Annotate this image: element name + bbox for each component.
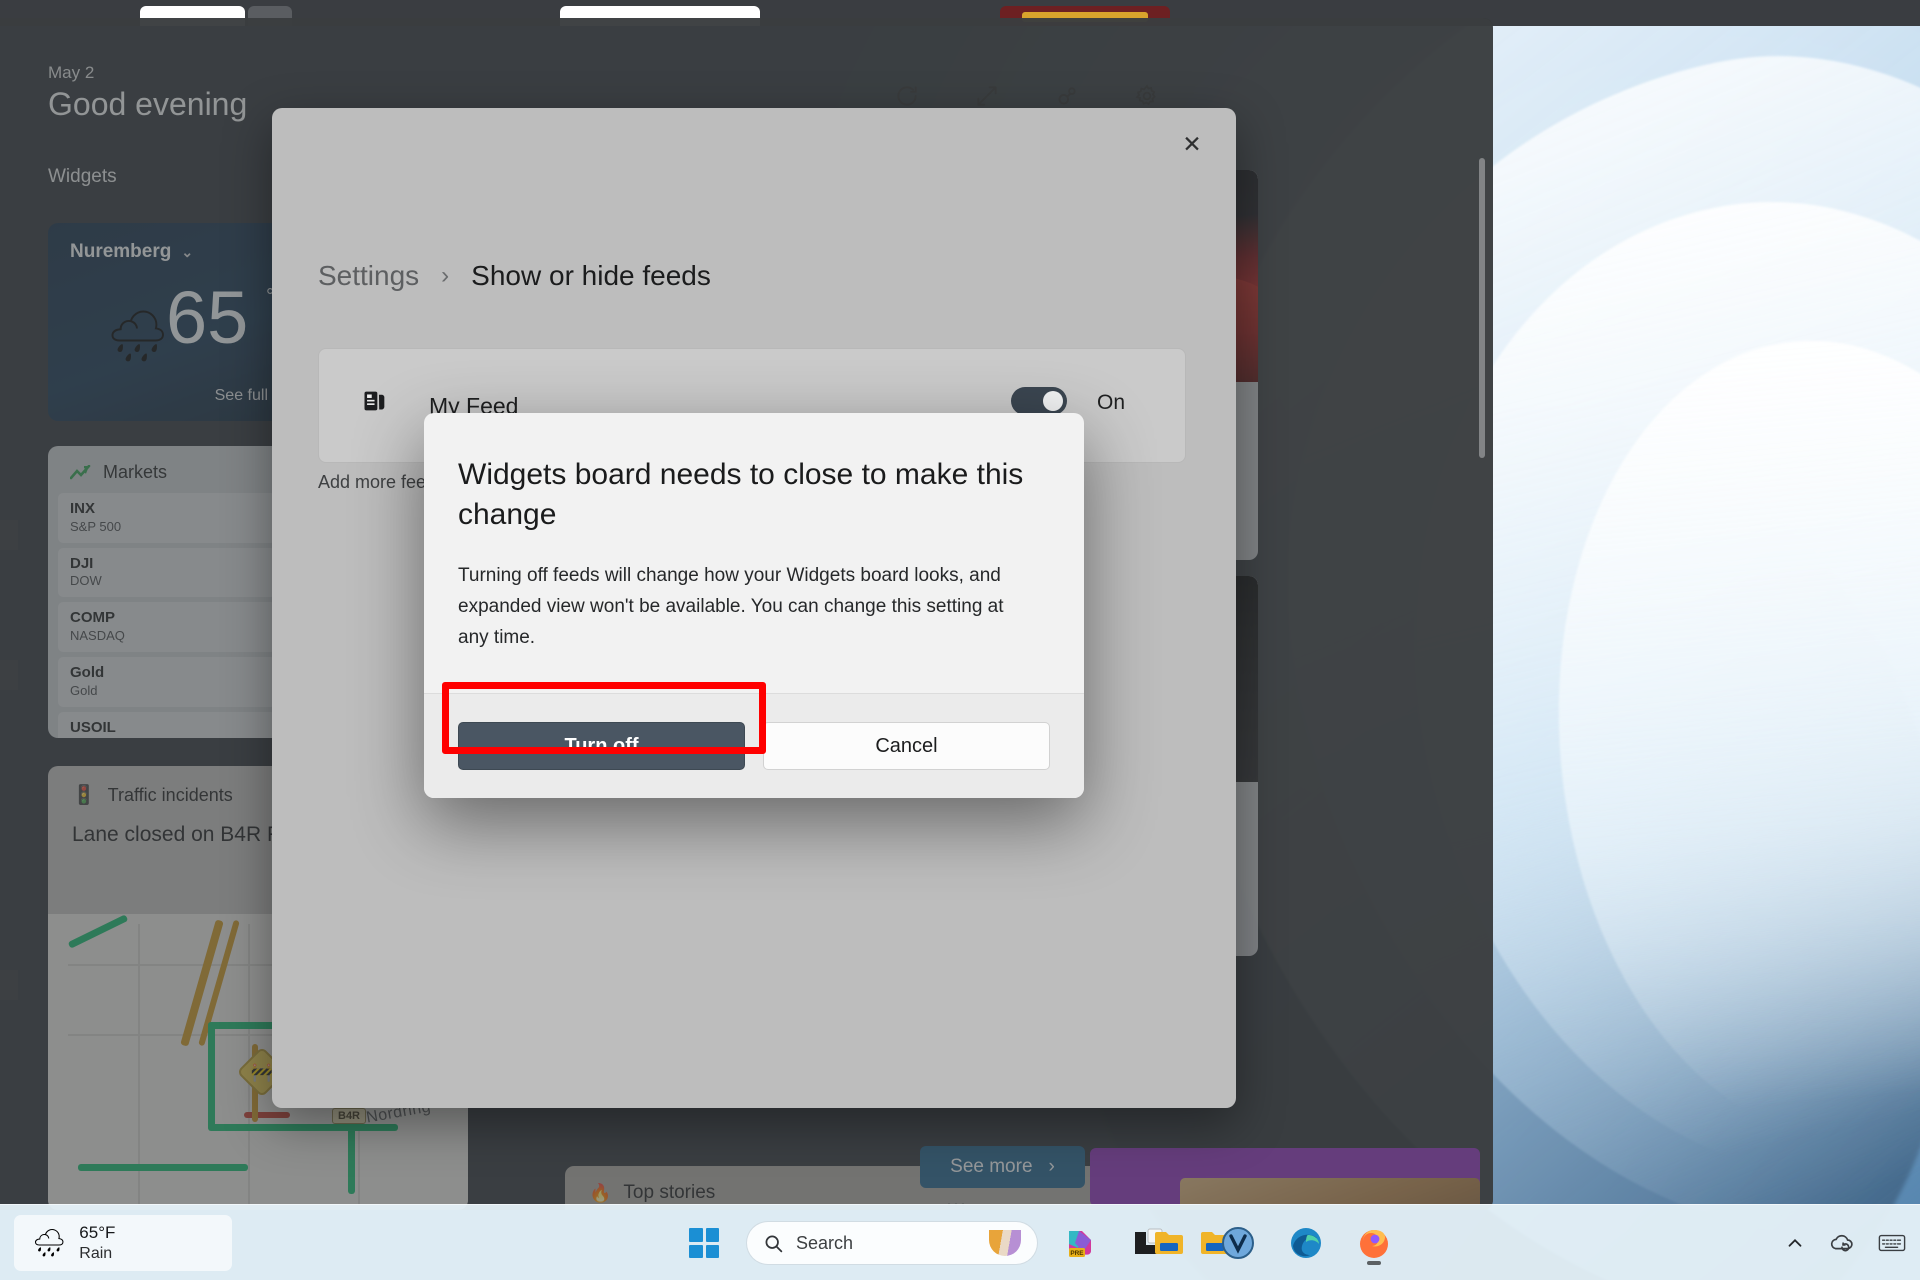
vivaldi-icon — [1220, 1225, 1256, 1261]
edge-icon — [1288, 1225, 1324, 1261]
greeting-date: May 2 — [48, 63, 94, 83]
breadcrumb-settings-link[interactable]: Settings — [318, 260, 419, 292]
board-scrollbar[interactable] — [1479, 158, 1485, 458]
market-symbol: INX — [70, 500, 264, 519]
road-shield: B4R — [332, 1108, 366, 1124]
cancel-button[interactable]: Cancel — [763, 722, 1050, 770]
see-more-label: See more — [950, 1156, 1032, 1178]
markets-widget[interactable]: Markets INX S&P 500 DJI DOW COMP NASDAQ … — [48, 446, 286, 738]
markets-row[interactable]: DJI DOW — [58, 548, 276, 598]
dialog-footer: Turn off Cancel — [424, 693, 1084, 798]
weather-temperature: 65 — [166, 281, 248, 355]
taskbar-weather-condition: Rain — [79, 1244, 115, 1264]
traffic-widget-title: Traffic incidents — [108, 785, 233, 806]
cloud-sync-icon[interactable] — [1828, 1231, 1856, 1255]
market-symbol: COMP — [70, 609, 264, 628]
keyboard-ime-icon[interactable] — [1878, 1232, 1906, 1254]
taskbar-app-firefox[interactable] — [1348, 1217, 1400, 1269]
taskbar-right-group[interactable] — [1784, 1205, 1906, 1280]
markets-widget-title: Markets — [103, 462, 167, 483]
market-name: DOW — [70, 573, 264, 590]
taskbar-app-powerpoint[interactable]: PRE — [1054, 1217, 1106, 1269]
market-name: S&P 500 — [70, 519, 264, 536]
rain-cloud-icon: 🌧 — [106, 307, 169, 366]
turn-off-button[interactable]: Turn off — [458, 722, 745, 770]
market-symbol: Gold — [70, 664, 264, 683]
rain-cloud-icon: 🌧 — [32, 1227, 66, 1259]
dialog-body-text: Turning off feeds will change how your W… — [458, 561, 1033, 653]
firefox-icon — [1356, 1225, 1392, 1261]
markets-row[interactable]: Gold Gold — [58, 657, 276, 707]
top-stories-title: Top stories — [623, 1182, 715, 1204]
start-button[interactable] — [678, 1217, 730, 1269]
feed-toggle-switch[interactable] — [1011, 387, 1067, 415]
taskbar-weather-temp: 65°F — [79, 1223, 115, 1244]
markets-row[interactable]: COMP NASDAQ — [58, 602, 276, 652]
greeting-message: Good evening — [48, 86, 247, 123]
taskbar-weather-widget[interactable]: 🌧 65°F Rain — [14, 1215, 232, 1271]
breadcrumb-current-page: Show or hide feeds — [471, 260, 711, 292]
taskbar-app-edge[interactable] — [1280, 1217, 1332, 1269]
feed-toggle-state-label: On — [1097, 391, 1125, 415]
market-trend-icon — [70, 465, 92, 481]
weather-widget[interactable]: Nuremberg ⌄ 🌧 65 °F See full — [48, 223, 286, 421]
search-icon — [763, 1233, 784, 1254]
weather-see-full-link[interactable]: See full — [215, 387, 268, 405]
svg-text:PRE: PRE — [1070, 1250, 1084, 1257]
weather-city[interactable]: Nuremberg ⌄ — [70, 241, 193, 263]
market-name: NASDAQ — [70, 628, 264, 645]
see-more-button[interactable]: See more › — [920, 1146, 1085, 1188]
chevron-right-icon: › — [1049, 1156, 1055, 1178]
breadcrumb-separator-icon: › — [441, 262, 449, 290]
powerpoint-icon: PRE — [1062, 1225, 1098, 1261]
feed-icon — [361, 387, 389, 415]
dialog-title: Widgets board needs to close to make thi… — [458, 455, 1048, 534]
market-symbol: DJI — [70, 555, 264, 574]
close-icon[interactable]: ✕ — [1170, 126, 1214, 162]
start-windows-icon — [689, 1228, 719, 1258]
market-name: US Oil WTI — [70, 737, 264, 738]
file-explorer-2-icon — [1152, 1225, 1188, 1261]
markets-row[interactable]: USOIL US Oil WTI — [58, 712, 276, 738]
market-symbol: USOIL — [70, 719, 264, 738]
breadcrumb: Settings › Show or hide feeds — [318, 260, 711, 292]
confirm-dialog[interactable]: Widgets board needs to close to make thi… — [424, 413, 1084, 798]
taskbar-app-explorer-2[interactable] — [1144, 1217, 1196, 1269]
flame-icon: 🔥 — [589, 1183, 611, 1204]
markets-widget-header: Markets — [48, 446, 286, 493]
taskbar[interactable]: 🌧 65°F Rain Search PRE — [0, 1204, 1920, 1280]
widgets-section-label: Widgets — [48, 166, 117, 188]
running-indicator — [1367, 1261, 1381, 1265]
markets-row[interactable]: INX S&P 500 — [58, 493, 276, 543]
toggle-knob — [1043, 391, 1063, 411]
weather-city-label: Nuremberg — [70, 241, 171, 263]
search-box[interactable]: Search — [746, 1221, 1038, 1265]
market-name: Gold — [70, 683, 264, 700]
chevron-down-icon[interactable]: ⌄ — [181, 244, 193, 261]
search-input[interactable]: Search — [796, 1233, 977, 1254]
taskbar-app-vivaldi[interactable] — [1212, 1217, 1264, 1269]
show-hidden-icons-chevron[interactable] — [1784, 1232, 1806, 1254]
traffic-light-icon: 🚦 — [72, 783, 96, 807]
copilot-bowl-icon[interactable] — [989, 1230, 1021, 1256]
